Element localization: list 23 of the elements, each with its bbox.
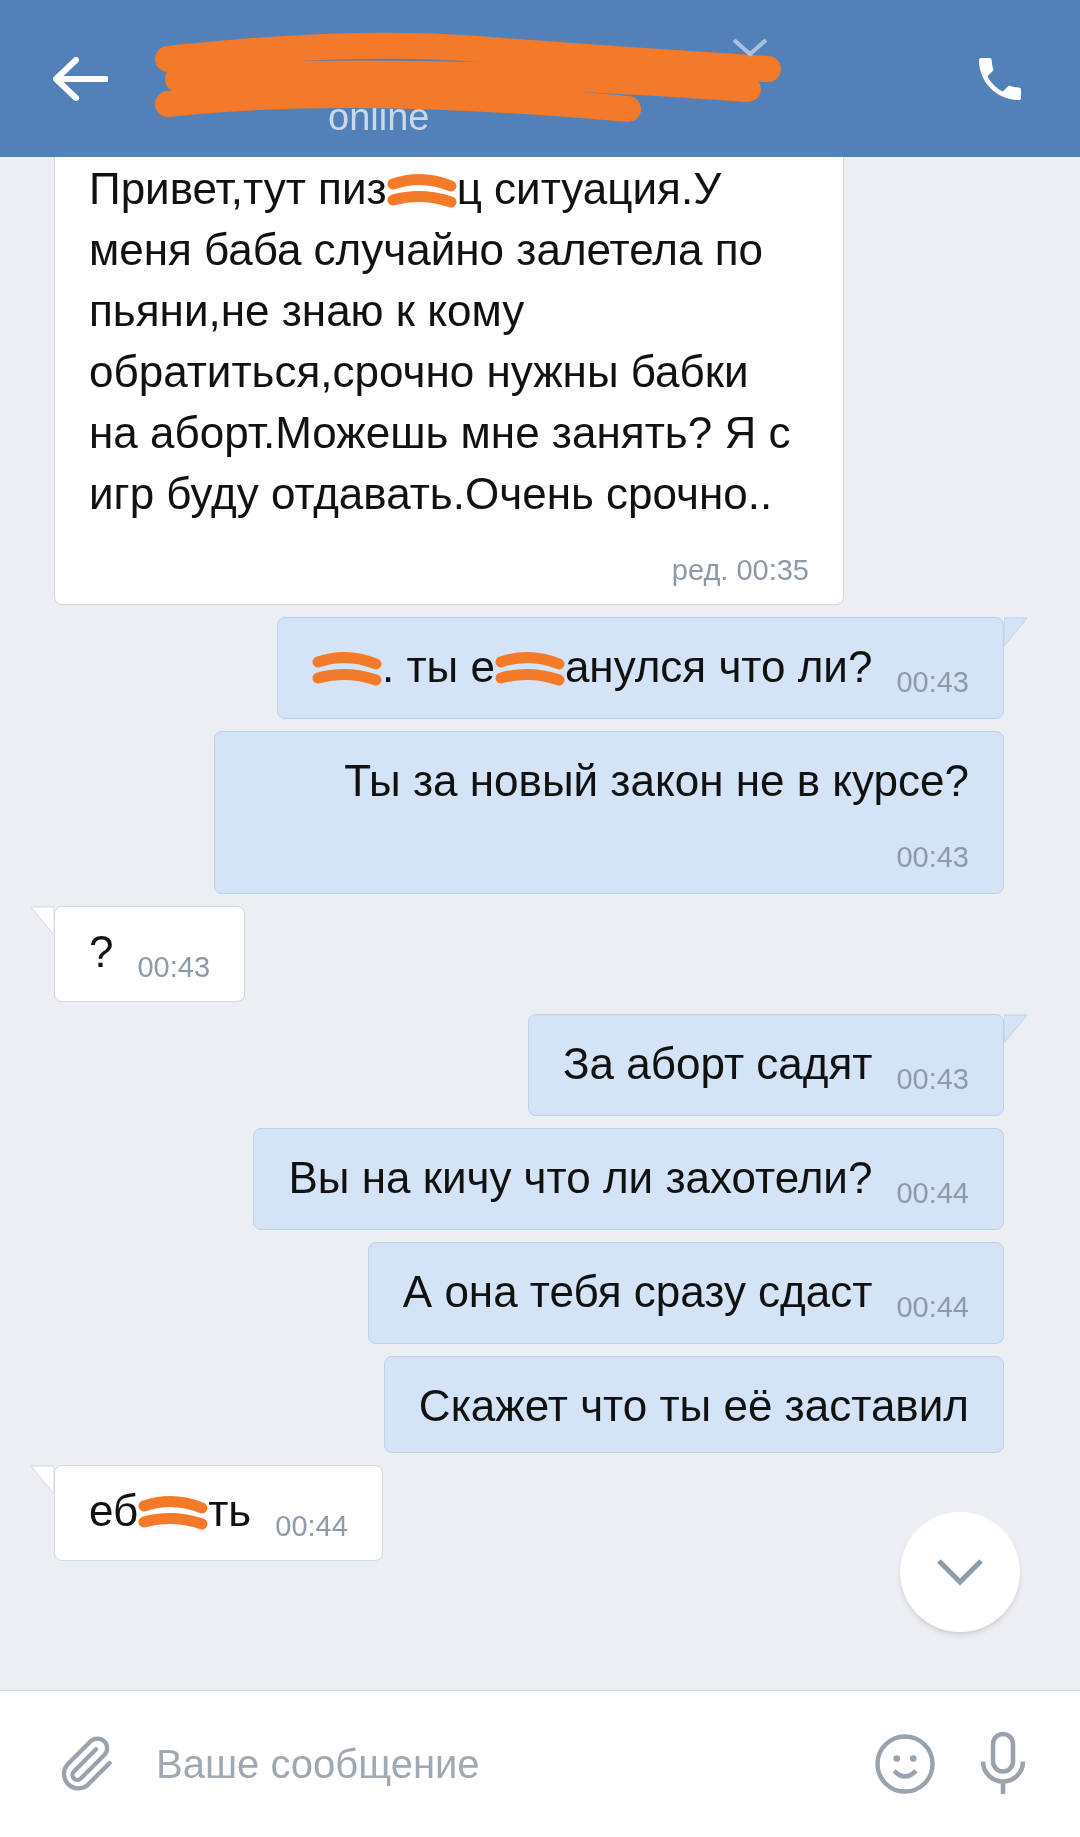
message-time: 00:44 [896,1290,969,1325]
message-text: Вы на кичу что ли захотели? [288,1153,873,1202]
message-input[interactable]: Ваше сообщение [156,1734,832,1794]
message-time: 00:43 [896,840,969,875]
smiley-icon[interactable] [872,1731,938,1797]
message-time: 00:43 [896,665,969,700]
message-text: Привет,тут пиз ц ситуация.У меня баба случайно залетела по пьяни,не знаю к кому обратиться,срочно нужны бабки на аборт.Можешь мне занять? Я с игр буду отдавать.Очень срочно.. [89,164,791,518]
message-text: Скажет что ты её заставил [418,1381,969,1430]
message-time: 00:43 [137,950,211,985]
message-field[interactable]: Ваше сообщение [0,1690,1080,1837]
chevron-down-icon [935,1557,985,1587]
message-time: 00:44 [275,1509,348,1544]
message-text: А она тебя сразу сдаст [402,1267,873,1316]
message-text: еб ть [89,1486,252,1535]
message-text: ? [89,927,114,976]
message-text: . ты е анулся что ли? [311,642,873,691]
back-arrow-icon[interactable] [52,56,108,101]
message-time: 00:43 [896,1062,969,1097]
online-status: online [328,94,430,140]
message-time: 00:44 [896,1176,969,1211]
message-text: Ты за новый закон не в курсе? [344,756,969,805]
message-time: ред. 00:35 [671,553,809,588]
message-text: За аборт садят [563,1039,873,1088]
